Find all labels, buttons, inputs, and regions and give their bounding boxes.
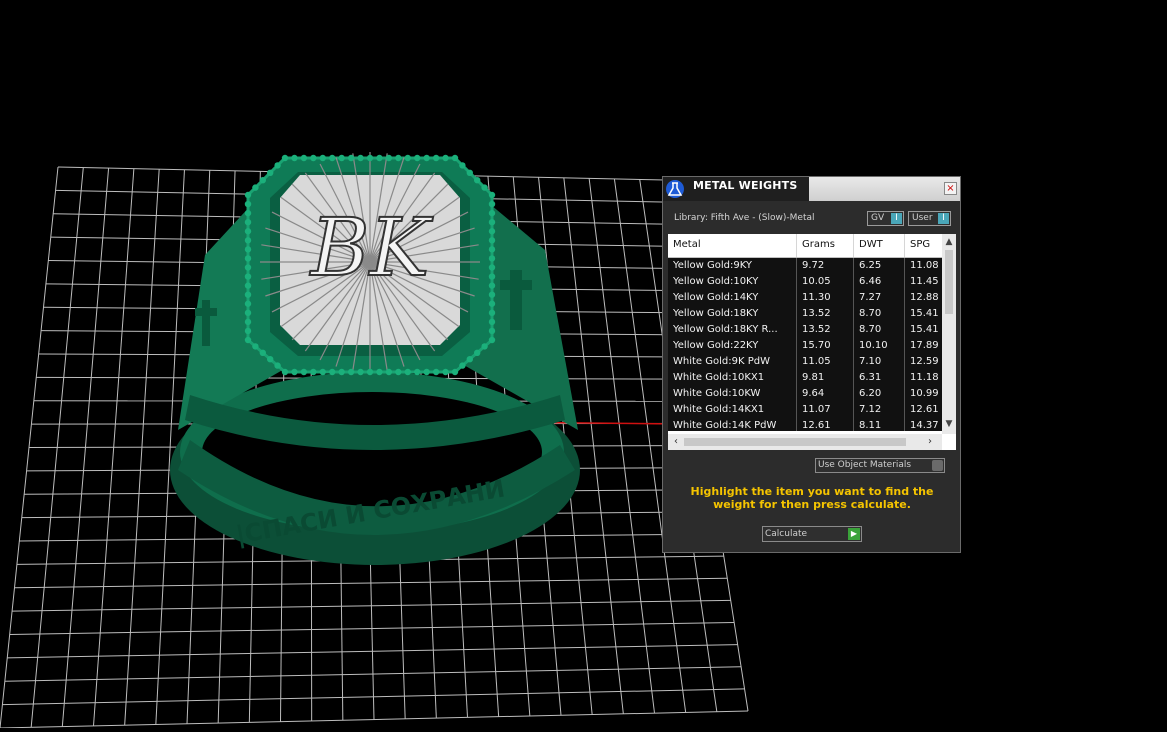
- instruction-text: Highlight the item you want to find the …: [690, 485, 934, 511]
- horizontal-scroll-thumb[interactable]: [684, 438, 906, 446]
- table-cell: 11.07: [797, 402, 854, 418]
- table-cell: 8.11: [854, 418, 905, 431]
- 3d-viewport[interactable]: BK |СПАСИ И СОХРАНИ: [0, 0, 1167, 729]
- table-cell: Yellow Gold:10KY: [668, 274, 797, 290]
- table-cell: 10.99: [905, 386, 942, 402]
- table-row[interactable]: White Gold:10KX1 9.81 6.31 11.18: [668, 370, 942, 386]
- table-cell: 9.81: [797, 370, 854, 386]
- table-cell: White Gold:14K PdW: [668, 418, 797, 431]
- table-header: Metal Grams DWT SPG: [668, 234, 945, 258]
- table-cell: 7.12: [854, 402, 905, 418]
- user-toggle[interactable]: User I: [908, 211, 951, 226]
- table-cell: White Gold:10KX1: [668, 370, 797, 386]
- scroll-right-icon[interactable]: ›: [924, 434, 936, 450]
- table-cell: 12.61: [797, 418, 854, 431]
- table-row[interactable]: Yellow Gold:22KY 15.70 10.10 17.89: [668, 338, 942, 354]
- table-row[interactable]: Yellow Gold:9KY 9.72 6.25 11.08: [668, 258, 942, 274]
- title-tab: METAL WEIGHTS: [663, 177, 809, 201]
- scroll-left-icon[interactable]: ‹: [670, 434, 682, 450]
- metal-table: Metal Grams DWT SPG Yellow Gold:9KY 9.72 6…: [668, 234, 956, 450]
- close-button[interactable]: ×: [944, 182, 957, 195]
- table-row[interactable]: White Gold:10KW 9.64 6.20 10.99: [668, 386, 942, 402]
- table-cell: 15.41: [905, 322, 942, 338]
- table-cell: Yellow Gold:22KY: [668, 338, 797, 354]
- table-cell: 6.25: [854, 258, 905, 274]
- table-cell: Yellow Gold:18KY: [668, 306, 797, 322]
- calculate-label: Calculate: [765, 529, 808, 539]
- flask-icon: [666, 180, 684, 198]
- table-cell: 14.37: [905, 418, 942, 431]
- table-row[interactable]: White Gold:9K PdW 11.05 7.10 12.59: [668, 354, 942, 370]
- user-toggle-label: User: [912, 213, 933, 223]
- table-cell: 15.70: [797, 338, 854, 354]
- table-cell: 6.20: [854, 386, 905, 402]
- use-object-materials-option[interactable]: Use Object Materials: [815, 458, 945, 473]
- table-cell: 9.64: [797, 386, 854, 402]
- gv-toggle[interactable]: GV I: [867, 211, 904, 226]
- toggle-indicator-icon: I: [891, 213, 902, 224]
- panel-title: METAL WEIGHTS: [693, 179, 798, 192]
- table-row[interactable]: White Gold:14KX1 11.07 7.12 12.61: [668, 402, 942, 418]
- table-cell: Yellow Gold:14KY: [668, 290, 797, 306]
- table-cell: 7.27: [854, 290, 905, 306]
- table-row[interactable]: Yellow Gold:18KY R... 13.52 8.70 15.41: [668, 322, 942, 338]
- play-arrow-icon: ▶: [848, 528, 860, 540]
- table-cell: 15.41: [905, 306, 942, 322]
- table-row[interactable]: Yellow Gold:18KY 13.52 8.70 15.41: [668, 306, 942, 322]
- calculate-button[interactable]: Calculate ▶: [762, 526, 862, 542]
- table-cell: 9.72: [797, 258, 854, 274]
- table-cell: 12.59: [905, 354, 942, 370]
- gv-toggle-label: GV: [871, 213, 885, 223]
- table-cell: 11.18: [905, 370, 942, 386]
- table-row[interactable]: White Gold:14K PdW 12.61 8.11 14.37: [668, 418, 942, 431]
- table-cell: 10.05: [797, 274, 854, 290]
- panel-titlebar[interactable]: METAL WEIGHTS ×: [663, 177, 960, 201]
- radio-icon: [932, 460, 943, 471]
- table-cell: White Gold:9K PdW: [668, 354, 797, 370]
- table-cell: 7.10: [854, 354, 905, 370]
- table-cell: 11.45: [905, 274, 942, 290]
- use-object-materials-label: Use Object Materials: [818, 460, 912, 470]
- table-cell: 11.30: [797, 290, 854, 306]
- vertical-scroll-thumb[interactable]: [945, 250, 953, 314]
- column-header-metal[interactable]: Metal: [668, 234, 797, 257]
- table-cell: 6.31: [854, 370, 905, 386]
- table-row[interactable]: Yellow Gold:14KY 11.30 7.27 12.88: [668, 290, 942, 306]
- table-cell: 12.88: [905, 290, 942, 306]
- table-cell: 13.52: [797, 306, 854, 322]
- table-cell: 6.46: [854, 274, 905, 290]
- table-row[interactable]: Yellow Gold:10KY 10.05 6.46 11.45: [668, 274, 942, 290]
- library-label: Library: Fifth Ave - (Slow)-Metal: [674, 213, 815, 223]
- table-cell: 17.89: [905, 338, 942, 354]
- table-cell: Yellow Gold:9KY: [668, 258, 797, 274]
- table-cell: 11.08: [905, 258, 942, 274]
- vertical-scrollbar[interactable]: ▲ ▼: [942, 234, 956, 434]
- horizontal-scrollbar[interactable]: ‹ ›: [668, 434, 942, 450]
- table-cell: 13.52: [797, 322, 854, 338]
- table-cell: 8.70: [854, 322, 905, 338]
- table-cell: White Gold:14KX1: [668, 402, 797, 418]
- table-cell: Yellow Gold:18KY R...: [668, 322, 797, 338]
- column-header-grams[interactable]: Grams: [797, 234, 854, 257]
- viewport-canvas: BK |СПАСИ И СОХРАНИ: [0, 152, 749, 729]
- column-header-spg[interactable]: SPG: [905, 234, 945, 257]
- scroll-down-icon[interactable]: ▼: [942, 418, 956, 430]
- scroll-up-icon[interactable]: ▲: [942, 236, 956, 248]
- table-cell: 12.61: [905, 402, 942, 418]
- table-cell: 11.05: [797, 354, 854, 370]
- table-cell: White Gold:10KW: [668, 386, 797, 402]
- table-cell: 10.10: [854, 338, 905, 354]
- table-body: Yellow Gold:9KY 9.72 6.25 11.08 Yellow Gold:…: [668, 258, 942, 431]
- column-header-dwt[interactable]: DWT: [854, 234, 905, 257]
- table-cell: 8.70: [854, 306, 905, 322]
- toggle-indicator-icon: I: [938, 213, 949, 224]
- ring-monogram: BK: [309, 201, 434, 294]
- metal-weights-panel: METAL WEIGHTS × Library: Fifth Ave - (Sl…: [662, 176, 961, 553]
- ring-model: BK |СПАСИ И СОХРАНИ: [170, 152, 580, 565]
